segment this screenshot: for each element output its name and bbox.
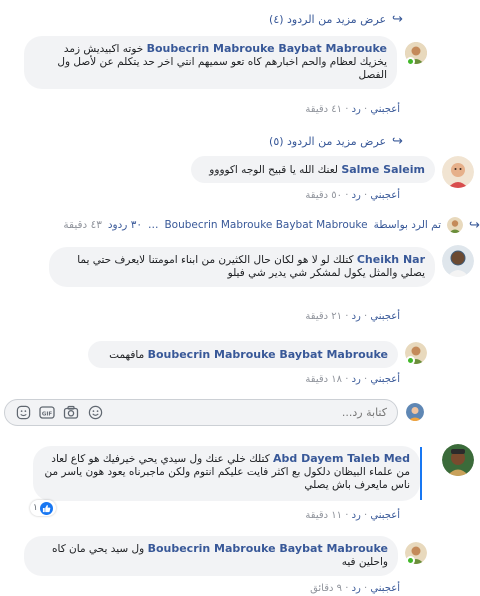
comment-author[interactable]: Boubecrin Mabrouke Baybat Mabrouke [147,42,387,55]
comment-author[interactable]: Cheikh Nar [357,253,425,266]
sticker-icon[interactable] [15,405,31,421]
comment-thread: ↩ عرض مزيد من الردود (٤) Boubecrin Mabro… [0,0,480,596]
composer-tools: GIF [5,405,103,421]
view-more-replies-link-2[interactable]: ↩ عرض مزيد من الردود (٥) [269,134,403,149]
reply-composer: GIF [4,399,398,426]
view-more-replies-link-1[interactable]: ↩ عرض مزيد من الردود (٤) [269,12,403,27]
comment-meta: أعجبني · رد · ١١ دقيقة [305,510,400,521]
comment-bubble: Boubecrin Mabrouke Baybat Mabrouke مافهم… [88,341,398,368]
view-more-replies-label: عرض مزيد من الردود (٤) [269,13,387,26]
reply-link[interactable]: رد [352,190,361,201]
comment-meta: أعجبني · رد · ٢١ دقيقة [305,311,400,322]
thread-names: Boubecrin Mabrouke Baybat Mabrouke [164,219,368,231]
reply-arrow-icon: ↩ [392,134,403,149]
thread-avatar [447,217,464,233]
comment-meta: أعجبني · رد · ٩ دقائق [310,583,400,594]
thread-ellipsis: … [147,219,159,231]
comment-bubble: Salme Saleim لعنك الله يا قبيح الوجه اكو… [191,156,435,183]
comment-time[interactable]: ١١ دقيقة [305,510,342,521]
online-status-dot [406,57,415,66]
avatar[interactable] [442,444,474,476]
comment-author[interactable]: Abd Dayem Taleb Med [273,452,410,465]
comment-time[interactable]: ١٨ دقيقة [305,374,342,385]
like-link[interactable]: أعجبني [370,374,400,385]
comment-time[interactable]: ٥٠ دقيقة [305,190,342,201]
reply-input[interactable] [103,406,397,419]
thread-prefix: تم الرد بواسطة [373,219,442,231]
avatar-image [447,217,464,233]
comment-meta: أعجبني · رد · ١٨ دقيقة [305,374,400,385]
online-status-dot [406,556,415,565]
avatar-image [442,444,474,476]
like-link[interactable]: أعجبني [370,510,400,521]
comment-bubble: Boubecrin Mabrouke Baybat Mabrouke خوته … [24,36,397,89]
like-link[interactable]: أعجبني [370,583,400,594]
comment-time[interactable]: ٤١ دقيقة [305,104,342,115]
like-link[interactable]: أعجبني [370,190,400,201]
comment-text: مافهمت [109,349,145,361]
reply-link[interactable]: رد [352,104,361,115]
comment-text: لعنك الله يا قبيح الوجه اكوووو [209,164,338,176]
reply-link[interactable]: رد [352,374,361,385]
thumbs-up-icon [39,501,53,515]
avatar-image [406,403,424,421]
reaction-badge[interactable]: ١ [30,500,56,516]
svg-text:GIF: GIF [42,411,53,417]
reply-link[interactable]: رد [352,311,361,322]
comment-author[interactable]: Salme Saleim [341,163,425,176]
view-more-replies-label: عرض مزيد من الردود (٥) [269,135,387,148]
highlight-bar [420,447,422,500]
comment-bubble: Abd Dayem Taleb Med كتلك خلي عنك ول سيدي… [33,446,420,501]
like-link[interactable]: أعجبني [370,104,400,115]
comment-time[interactable]: ٩ دقائق [310,583,342,594]
thread-time: ٤٣ دقيقة [63,219,102,231]
emoji-icon[interactable] [87,405,103,421]
comment-meta: أعجبني · رد · ٥٠ دقيقة [305,190,400,201]
avatar[interactable] [442,245,474,277]
like-link[interactable]: أعجبني [370,311,400,322]
reply-arrow-icon: ↩ [392,12,403,27]
comment-author[interactable]: Boubecrin Mabrouke Baybat Mabrouke [148,542,388,555]
camera-icon[interactable] [63,405,79,421]
avatar-image [442,245,474,277]
composer-avatar [406,403,424,421]
reply-link[interactable]: رد [352,583,361,594]
thread-count: ٣٠ ردود [107,219,142,231]
reply-link[interactable]: رد [352,510,361,521]
comment-time[interactable]: ٢١ دقيقة [305,311,342,322]
avatar-image [442,156,474,188]
thread-replies-link[interactable]: ↩ تم الرد بواسطة Boubecrin Mabrouke Bayb… [63,217,480,233]
avatar[interactable] [442,156,474,188]
online-status-dot [406,356,415,365]
comment-meta: أعجبني · رد · ٤١ دقيقة [305,104,400,115]
comment-bubble: Boubecrin Mabrouke Baybat Mabrouke ول سي… [24,536,398,576]
reaction-count: ١ [33,503,38,513]
comment-author[interactable]: Boubecrin Mabrouke Baybat Mabrouke [148,348,388,361]
reply-arrow-icon: ↩ [469,217,480,233]
comment-bubble: Cheikh Nar كتلك لو لا هو لكان حال الكثير… [49,247,435,287]
gif-icon[interactable]: GIF [39,405,55,421]
